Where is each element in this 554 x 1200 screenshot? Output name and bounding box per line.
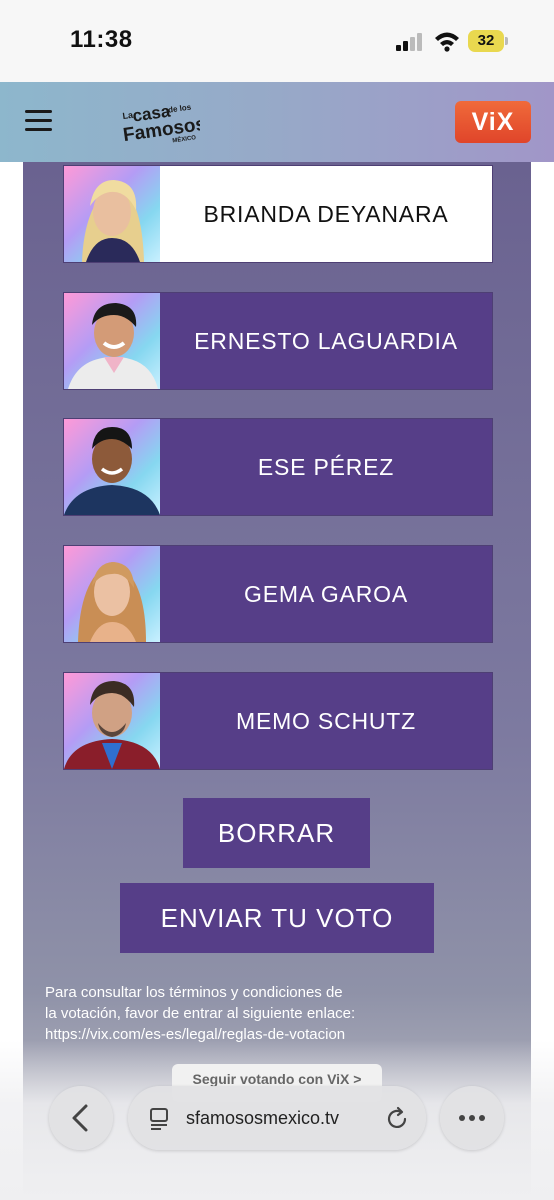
la-casa-de-los-famosos-logo[interactable]: La casa de los Famosos MÉXICO (120, 100, 200, 148)
hamburger-menu-icon[interactable] (25, 110, 53, 132)
contestant-photo (64, 293, 160, 389)
submit-vote-button[interactable]: ENVIAR TU VOTO (120, 883, 434, 953)
clear-button[interactable]: BORRAR (183, 798, 370, 868)
vix-button[interactable]: ViX (455, 101, 531, 143)
tabs-icon[interactable] (148, 1106, 172, 1130)
ellipsis-icon (459, 1115, 485, 1121)
status-time: 11:38 (70, 26, 133, 53)
chevron-left-icon (72, 1104, 88, 1132)
contestant-option-ese-perez[interactable]: ESE PÉREZ (63, 418, 493, 516)
contestant-option-ernesto[interactable]: ERNESTO LAGUARDIA (63, 292, 493, 390)
reload-icon[interactable] (384, 1106, 410, 1132)
contestant-name: ESE PÉREZ (160, 419, 492, 515)
contestant-name: ERNESTO LAGUARDIA (160, 293, 492, 389)
terms-line: la votación, favor de entrar al siguient… (45, 1005, 356, 1022)
address-bar[interactable]: sfamososmexico.tv (128, 1086, 426, 1150)
status-bar: 11:38 32 (0, 0, 554, 82)
terms-text: Para consultar los términos y condicione… (45, 982, 425, 1045)
wifi-icon (435, 32, 459, 52)
contestant-photo (64, 166, 160, 262)
terms-line: Para consultar los términos y condicione… (45, 984, 343, 1001)
cellular-signal-icon (396, 33, 424, 51)
contestant-name: GEMA GAROA (160, 546, 492, 642)
address-url[interactable]: sfamososmexico.tv (186, 1086, 339, 1150)
contestant-option-brianda[interactable]: BRIANDA DEYANARA (63, 165, 493, 263)
battery-icon: 32 (468, 30, 504, 52)
contestant-name: BRIANDA DEYANARA (160, 166, 492, 262)
battery-cap (505, 37, 508, 45)
contestant-option-memo[interactable]: MEMO SCHUTZ (63, 672, 493, 770)
contestant-photo (64, 673, 160, 769)
contestant-photo (64, 546, 160, 642)
contestant-option-gema[interactable]: GEMA GAROA (63, 545, 493, 643)
site-header: La casa de los Famosos MÉXICO ViX (0, 82, 554, 162)
contestant-photo (64, 419, 160, 515)
battery-level: 32 (477, 32, 495, 49)
svg-text:de los: de los (168, 102, 193, 114)
back-button[interactable] (49, 1086, 113, 1150)
more-options-button[interactable] (440, 1086, 504, 1150)
contestant-name: MEMO SCHUTZ (160, 673, 492, 769)
